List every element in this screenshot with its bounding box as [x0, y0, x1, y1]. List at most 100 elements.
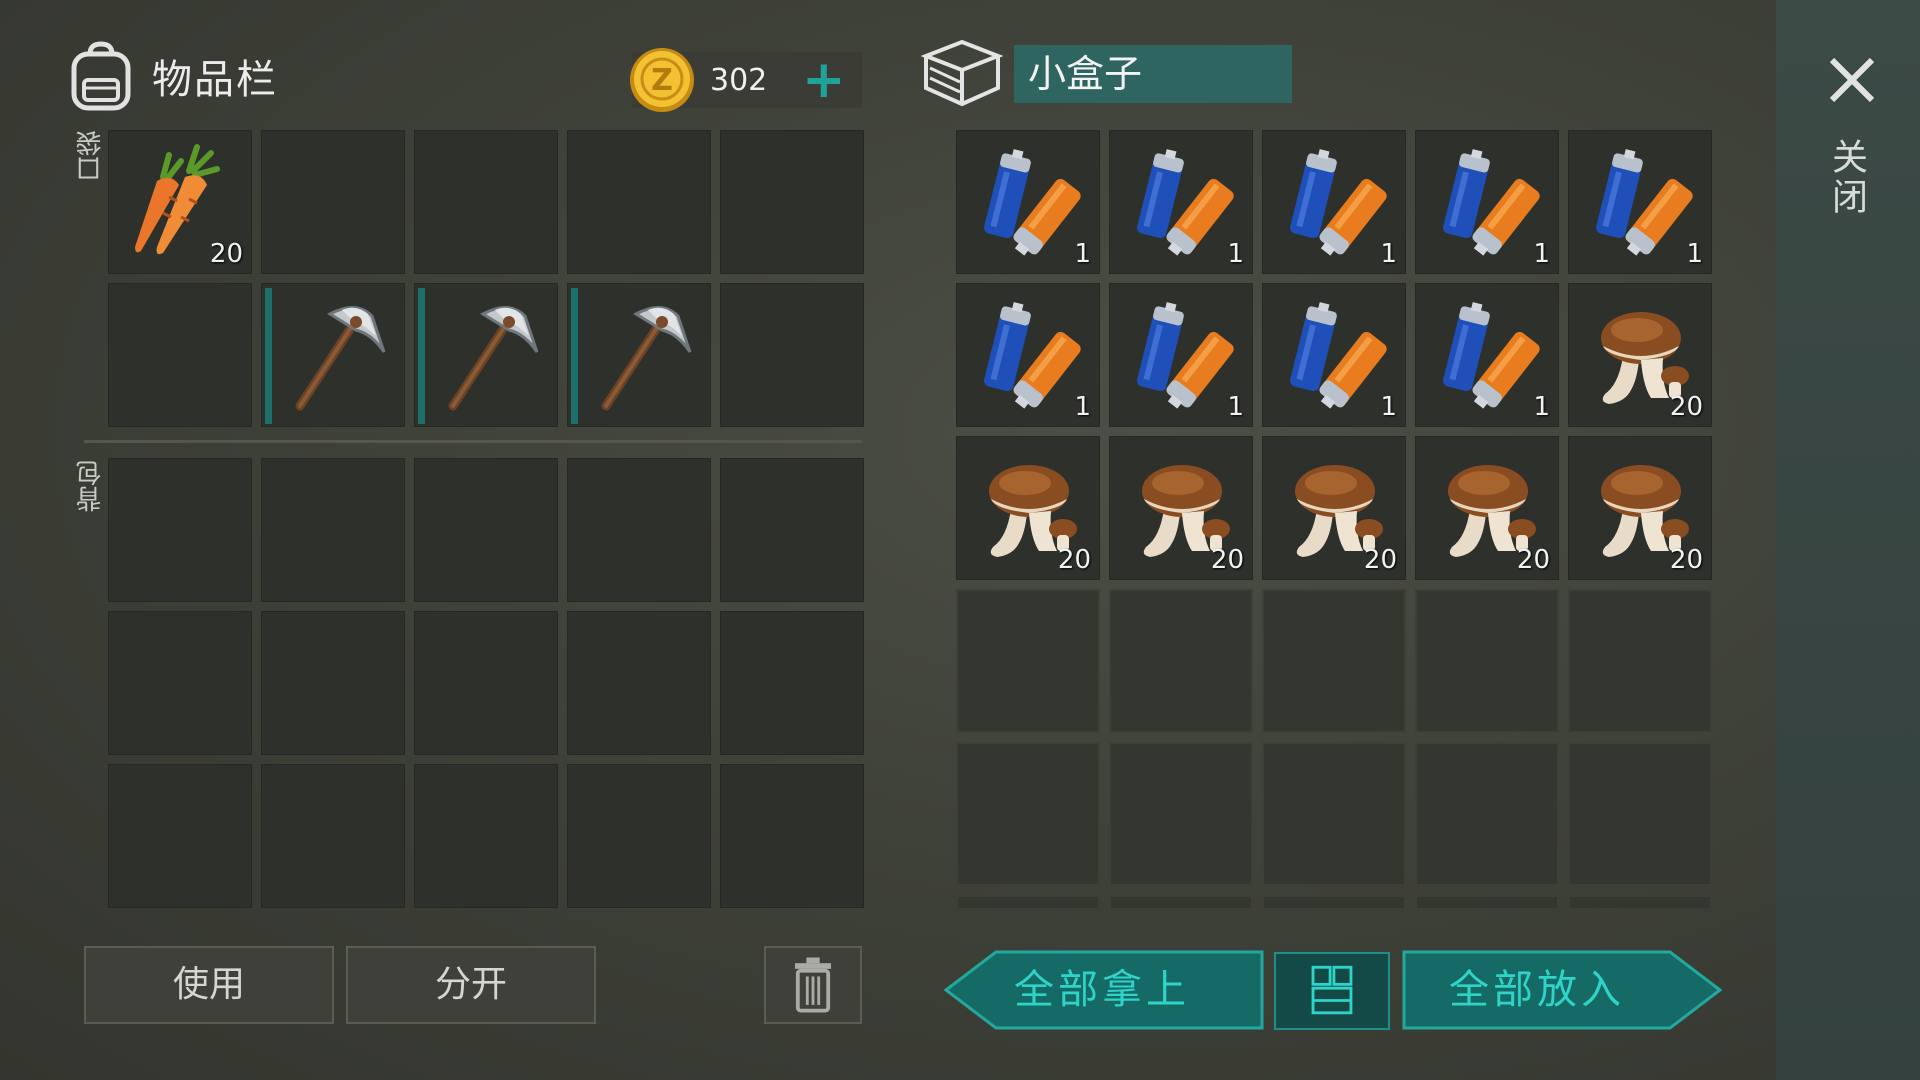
backpack-slot-empty[interactable] — [108, 764, 252, 908]
container-slot-empty[interactable] — [1415, 589, 1559, 733]
inventory-header: 物品栏 — [66, 36, 278, 116]
container-slot-battery[interactable]: 1 — [1568, 130, 1712, 274]
backpack-slot-empty[interactable] — [261, 611, 405, 755]
coin-balance: Z 302 + — [630, 48, 862, 112]
item-quantity: 20 — [1669, 392, 1703, 422]
coin-icon: Z — [630, 48, 694, 112]
item-quantity: 1 — [1074, 392, 1091, 422]
item-quantity: 1 — [1533, 239, 1550, 269]
close-icon[interactable] — [1820, 48, 1884, 112]
container-slot-empty[interactable] — [1415, 895, 1559, 908]
container-slot-battery[interactable]: 1 — [1262, 283, 1406, 427]
container-name: 小盒子 — [1014, 45, 1292, 103]
container-slot-empty[interactable] — [1568, 895, 1712, 908]
pocket-slot-empty[interactable] — [720, 130, 864, 274]
backpack-slot-empty[interactable] — [108, 611, 252, 755]
inventory-title: 物品栏 — [152, 57, 278, 103]
item-quantity: 20 — [1363, 545, 1397, 575]
trash-icon — [794, 957, 832, 1013]
container-slot-empty[interactable] — [1109, 589, 1253, 733]
section-divider — [84, 440, 862, 443]
container-slot-battery[interactable]: 1 — [956, 130, 1100, 274]
coin-amount: 302 — [710, 63, 768, 98]
container-slot-battery[interactable]: 1 — [1415, 130, 1559, 274]
pocket-slot-empty[interactable] — [108, 283, 252, 427]
pocket-label: 口袋 — [76, 130, 106, 182]
split-button[interactable]: 分开 — [346, 946, 596, 1024]
battery-icon — [1443, 149, 1540, 256]
battery-icon — [1290, 149, 1387, 256]
battery-icon — [1290, 302, 1387, 409]
pocket-slot-empty[interactable] — [567, 130, 711, 274]
backpack-grid — [108, 458, 864, 908]
add-coins-button[interactable]: + — [802, 54, 846, 106]
backpack-slot-empty[interactable] — [261, 458, 405, 602]
item-quantity: 1 — [1074, 239, 1091, 269]
container-slot-empty[interactable] — [1568, 589, 1712, 733]
layout-icon — [1311, 965, 1353, 1015]
container-grid: 1 1 1 1 1 1 1 1 1 20 20 20 20 20 20 — [956, 130, 1714, 908]
backpack-slot-empty[interactable] — [567, 764, 711, 908]
backpack-slot-empty[interactable] — [261, 764, 405, 908]
backpack-slot-empty[interactable] — [567, 611, 711, 755]
item-quantity: 20 — [1669, 545, 1703, 575]
item-quantity: 1 — [1533, 392, 1550, 422]
container-slot-empty[interactable] — [1415, 742, 1559, 886]
container-slot-empty[interactable] — [1109, 895, 1253, 908]
item-quantity: 1 — [1686, 239, 1703, 269]
container-slot-mushroom[interactable]: 20 — [1109, 436, 1253, 580]
container-slot-empty[interactable] — [1262, 742, 1406, 886]
box-icon — [920, 39, 1004, 107]
container-slot-empty[interactable] — [956, 589, 1100, 733]
backpack-slot-empty[interactable] — [720, 611, 864, 755]
pocket-slot-empty[interactable] — [261, 130, 405, 274]
container-slot-mushroom[interactable]: 20 — [1568, 436, 1712, 580]
container-slot-empty[interactable] — [956, 895, 1100, 908]
backpack-label: 背包 — [76, 460, 106, 512]
battery-icon — [984, 302, 1081, 409]
pocket-slot-carrot[interactable]: 20 — [108, 130, 252, 274]
put-all-button[interactable]: 全部放入 — [1402, 950, 1726, 1030]
container-slot-battery[interactable]: 1 — [956, 283, 1100, 427]
container-slot-battery[interactable]: 1 — [1262, 130, 1406, 274]
container-slot-empty[interactable] — [1262, 589, 1406, 733]
backpack-slot-empty[interactable] — [414, 611, 558, 755]
container-slot-empty[interactable] — [956, 742, 1100, 886]
backpack-slot-empty[interactable] — [720, 764, 864, 908]
item-quantity: 20 — [1516, 545, 1550, 575]
backpack-slot-empty[interactable] — [414, 458, 558, 602]
pocket-slot-pickaxe[interactable] — [261, 283, 405, 427]
backpack-slot-empty[interactable] — [108, 458, 252, 602]
trash-button[interactable] — [764, 946, 862, 1024]
take-all-button[interactable]: 全部拿上 — [940, 950, 1264, 1030]
container-slot-battery[interactable]: 1 — [1415, 283, 1559, 427]
pocket-slot-pickaxe[interactable] — [567, 283, 711, 427]
pocket-slot-empty[interactable] — [414, 130, 558, 274]
battery-icon — [1443, 302, 1540, 409]
container-grid-scroll[interactable]: 1 1 1 1 1 1 1 1 1 20 20 20 20 20 20 — [956, 130, 1714, 908]
item-quantity: 1 — [1227, 392, 1244, 422]
item-quantity: 20 — [209, 239, 243, 269]
take-all-label: 全部拿上 — [1014, 967, 1190, 1013]
use-button[interactable]: 使用 — [84, 946, 334, 1024]
backpack-slot-empty[interactable] — [567, 458, 711, 602]
pocket-slot-pickaxe[interactable] — [414, 283, 558, 427]
container-slot-battery[interactable]: 1 — [1109, 130, 1253, 274]
container-slot-mushroom[interactable]: 20 — [1568, 283, 1712, 427]
item-quantity: 20 — [1057, 545, 1091, 575]
item-quantity: 1 — [1380, 239, 1397, 269]
container-slot-mushroom[interactable]: 20 — [1262, 436, 1406, 580]
backpack-slot-empty[interactable] — [720, 458, 864, 602]
layout-toggle-button[interactable] — [1274, 952, 1390, 1030]
container-slot-empty[interactable] — [1262, 895, 1406, 908]
container-slot-battery[interactable]: 1 — [1109, 283, 1253, 427]
container-slot-empty[interactable] — [1568, 742, 1712, 886]
pocket-slot-empty[interactable] — [720, 283, 864, 427]
container-slot-mushroom[interactable]: 20 — [1415, 436, 1559, 580]
container-slot-mushroom[interactable]: 20 — [956, 436, 1100, 580]
item-quantity: 20 — [1210, 545, 1244, 575]
close-label[interactable]: 关闭 — [1826, 138, 1872, 218]
backpack-icon — [71, 41, 131, 111]
backpack-slot-empty[interactable] — [414, 764, 558, 908]
container-slot-empty[interactable] — [1109, 742, 1253, 886]
